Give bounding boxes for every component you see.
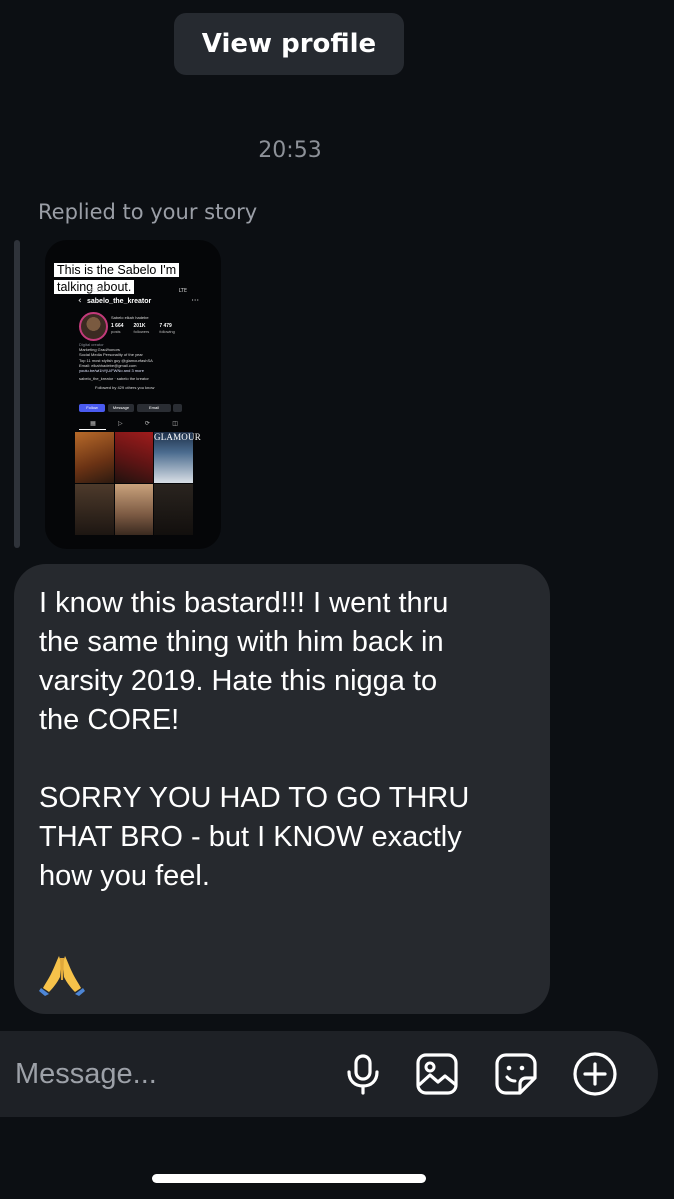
mini-message-button: Message: [108, 404, 134, 412]
mini-back-icon: ‹: [78, 296, 82, 306]
mini-follow-button: Follow: [79, 404, 105, 412]
reply-quote-bar: [14, 240, 20, 548]
mini-repost-icon: ⟳: [144, 420, 150, 427]
praying-hands-emoji: [39, 950, 85, 996]
mini-status-time: 8:13: [90, 287, 104, 294]
mini-avatar: [79, 312, 108, 341]
gallery-icon[interactable]: [413, 1050, 461, 1098]
mini-post: [114, 432, 154, 483]
add-circle-icon[interactable]: [571, 1050, 619, 1098]
mini-email-button: Email: [137, 404, 171, 412]
mini-post: [154, 484, 193, 535]
mini-tab-underline: [79, 429, 106, 430]
mini-stat-following: 7 479 following: [159, 323, 175, 334]
mini-post-grid: [75, 432, 193, 535]
mini-bio: Digital creator Marketing Grad/honors So…: [79, 342, 155, 391]
mini-stats: 1 664 posts 201K followers 7 479 followi…: [111, 323, 175, 334]
mini-full-name: Sabelo elkah hadebe: [111, 315, 149, 320]
mini-grid-icon: ▦: [90, 420, 96, 427]
dm-thread-screen: View profile 20:53 Replied to your story…: [0, 0, 674, 1199]
mini-post: [75, 432, 114, 483]
mini-stat-posts: 1 664 posts: [111, 323, 124, 334]
mini-username: sabelo_the_kreator: [87, 298, 152, 305]
story-thumbnail[interactable]: This is the Sabelo I'm talking about. 8:…: [45, 240, 221, 549]
mini-status-network: LTE: [178, 288, 187, 294]
view-profile-button[interactable]: View profile: [174, 13, 404, 75]
mini-magazine-title: GLAMOUR: [154, 432, 201, 442]
mini-stat-followers: 201K followers: [133, 323, 150, 334]
mini-reels-icon: ▷: [118, 420, 123, 427]
mini-post: [114, 484, 154, 535]
home-indicator[interactable]: [152, 1174, 426, 1183]
story-caption: This is the Sabelo I'm talking about.: [54, 262, 186, 296]
mini-post: [75, 484, 114, 535]
mini-tagged-icon: ◫: [172, 420, 178, 427]
mini-add-user-icon: [173, 404, 182, 412]
sticker-icon[interactable]: [492, 1050, 540, 1098]
mini-profile-tabs: ▦ ▷ ⟳ ◫: [79, 420, 189, 428]
message-text: I know this bastard!!! I went thru the s…: [39, 587, 470, 892]
message-input[interactable]: [15, 1052, 315, 1096]
story-reply-label: Replied to your story: [38, 200, 258, 224]
message-timestamp: 20:53: [258, 138, 322, 163]
microphone-icon[interactable]: [339, 1050, 387, 1098]
mini-more-icon: ···: [191, 296, 199, 305]
